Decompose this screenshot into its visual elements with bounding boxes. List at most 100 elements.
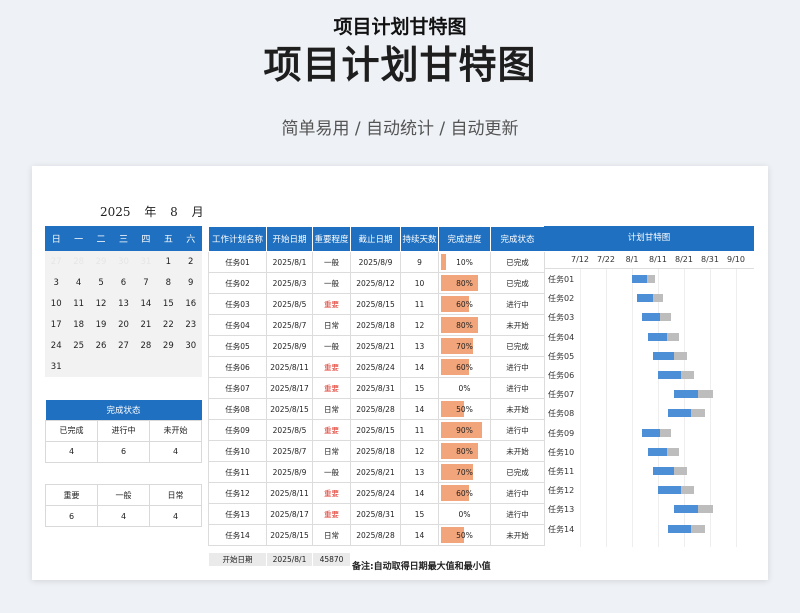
calendar-day bbox=[179, 356, 202, 377]
priority-cell: 重要 bbox=[312, 503, 351, 525]
gantt-task-label: 任务05 bbox=[548, 351, 575, 361]
table-row: 任务13 2025/8/17 重要 2025/8/31 15 0% 进行中 bbox=[208, 503, 545, 525]
calendar-day: 27 bbox=[45, 251, 68, 272]
status-cell: 进行中 bbox=[490, 503, 545, 525]
task-name-cell: 任务11 bbox=[208, 461, 267, 483]
gantt-elapsed-bar bbox=[673, 390, 698, 399]
end-date-cell: 2025/8/18 bbox=[350, 314, 401, 336]
calendar-day: 31 bbox=[45, 356, 68, 377]
status-cell: 未开始 bbox=[490, 524, 545, 546]
task-name-cell: 任务08 bbox=[208, 398, 267, 420]
calendar-day: 6 bbox=[112, 272, 135, 293]
duration-cell: 13 bbox=[400, 461, 439, 483]
status-cell: 未开始 bbox=[490, 440, 545, 462]
gantt-elapsed-bar bbox=[647, 332, 667, 341]
gantt-elapsed-bar bbox=[668, 524, 691, 533]
progress-cell: 60% bbox=[438, 482, 491, 504]
column-header: 完成状态 bbox=[490, 226, 545, 252]
table-row: 任务04 2025/8/7 日常 2025/8/18 12 80% 未开始 bbox=[208, 314, 545, 336]
calendar-day: 26 bbox=[89, 335, 113, 356]
weekday-header: 三 bbox=[112, 226, 135, 251]
progress-cell: 90% bbox=[438, 419, 491, 441]
mini-calendar: 日一二三四五六 27 28 29 30 31 1 2 3 4 5 6 7 8 9 10 11 12 13 14 15 1… bbox=[45, 226, 202, 377]
priority-cell: 一般 bbox=[312, 461, 351, 483]
progress-bar bbox=[441, 254, 446, 270]
progress-cell: 50% bbox=[438, 524, 491, 546]
gantt-row: 任务12 bbox=[544, 482, 754, 501]
progress-label: 50% bbox=[456, 530, 473, 540]
axis-tick-label: 8/1 bbox=[625, 255, 639, 264]
duration-cell: 11 bbox=[400, 419, 439, 441]
progress-label: 0% bbox=[458, 509, 471, 519]
gantt-row: 任务04 bbox=[544, 329, 754, 348]
calendar-day: 14 bbox=[134, 293, 158, 314]
start-date-cell: 2025/8/17 bbox=[266, 377, 313, 399]
start-date-serial: 45870 bbox=[312, 552, 351, 567]
gantt-row: 任务01 bbox=[544, 271, 754, 290]
start-date-cell: 2025/8/3 bbox=[266, 272, 313, 294]
end-date-cell: 2025/8/15 bbox=[350, 293, 401, 315]
table-row: 任务06 2025/8/11 重要 2025/8/24 14 60% 进行中 bbox=[208, 356, 545, 378]
duration-cell: 14 bbox=[400, 482, 439, 504]
calendar-day: 12 bbox=[89, 293, 113, 314]
priority-cell: 日常 bbox=[312, 398, 351, 420]
priority-cell: 重要 bbox=[312, 377, 351, 399]
gantt-row: 任务05 bbox=[544, 348, 754, 367]
gantt-task-label: 任务06 bbox=[548, 371, 575, 380]
calendar-day: 4 bbox=[67, 272, 90, 293]
gantt-task-label: 任务12 bbox=[548, 486, 575, 496]
page-subtitle: 简单易用 / 自动统计 / 自动更新 bbox=[281, 119, 519, 139]
end-date-cell: 2025/8/18 bbox=[350, 440, 401, 462]
start-date-cell: 2025/8/1 bbox=[266, 251, 313, 273]
table-row: 任务14 2025/8/15 日常 2025/8/28 14 50% 未开始 bbox=[208, 524, 545, 546]
progress-cell: 10% bbox=[438, 251, 491, 273]
weekday-header: 五 bbox=[157, 226, 180, 251]
calendar-day: 23 bbox=[179, 314, 202, 335]
axis-tick-label: 7/12 bbox=[571, 255, 589, 264]
table-row: 任务01 2025/8/1 一般 2025/8/9 9 10% 已完成 bbox=[208, 251, 545, 273]
task-name-cell: 任务09 bbox=[208, 419, 267, 441]
calendar-week: 17 18 19 20 21 22 23 bbox=[45, 314, 202, 335]
gantt-row: 任务10 bbox=[544, 444, 754, 463]
progress-cell: 80% bbox=[438, 440, 491, 462]
status-cell: 进行中 bbox=[490, 377, 545, 399]
column-header: 工作计划名称 bbox=[208, 226, 267, 252]
progress-cell: 0% bbox=[438, 503, 491, 525]
calendar-week: 10 11 12 13 14 15 16 bbox=[45, 293, 202, 314]
column-header: 持续天数 bbox=[400, 226, 439, 252]
start-date-cell: 2025/8/17 bbox=[266, 503, 313, 525]
gantt-title: 计划甘特图 bbox=[544, 226, 754, 251]
priority-label-important: 重要 bbox=[45, 484, 98, 506]
priority-cell: 重要 bbox=[312, 293, 351, 315]
gantt-elapsed-bar bbox=[642, 313, 661, 322]
progress-label: 60% bbox=[456, 299, 473, 309]
gantt-elapsed-bar bbox=[658, 486, 681, 495]
sheet-title: 项目计划甘特图 bbox=[333, 16, 467, 38]
priority-cell: 重要 bbox=[312, 356, 351, 378]
calendar-day: 13 bbox=[112, 293, 135, 314]
calendar-week: 27 28 29 30 31 1 2 bbox=[45, 251, 202, 272]
duration-cell: 14 bbox=[400, 398, 439, 420]
progress-cell: 50% bbox=[438, 398, 491, 420]
gantt-task-label: 任务03 bbox=[548, 313, 575, 323]
calendar-day: 30 bbox=[112, 251, 135, 272]
duration-cell: 12 bbox=[400, 440, 439, 462]
end-date-cell: 2025/8/28 bbox=[350, 524, 401, 546]
start-date-cell: 2025/8/9 bbox=[266, 335, 313, 357]
calendar-day bbox=[89, 356, 113, 377]
weekday-header: 二 bbox=[89, 226, 113, 251]
priority-cell: 一般 bbox=[312, 335, 351, 357]
gantt-date-axis: 7/12 7/22 8/1 8/11 8/21 8/31 9/10 bbox=[544, 251, 754, 269]
status-cell: 未开始 bbox=[490, 398, 545, 420]
priority-count-normal: 4 bbox=[97, 505, 150, 527]
calendar-day: 1 bbox=[157, 251, 180, 272]
task-name-cell: 任务12 bbox=[208, 482, 267, 504]
gantt-row: 任务06 bbox=[544, 367, 754, 386]
duration-cell: 15 bbox=[400, 503, 439, 525]
gantt-row: 任务11 bbox=[544, 463, 754, 482]
calendar-week: 24 25 26 27 28 29 30 bbox=[45, 335, 202, 356]
calendar-day: 5 bbox=[89, 272, 113, 293]
calendar-day: 7 bbox=[134, 272, 158, 293]
column-header: 完成进度 bbox=[438, 226, 491, 252]
progress-cell: 70% bbox=[438, 335, 491, 357]
